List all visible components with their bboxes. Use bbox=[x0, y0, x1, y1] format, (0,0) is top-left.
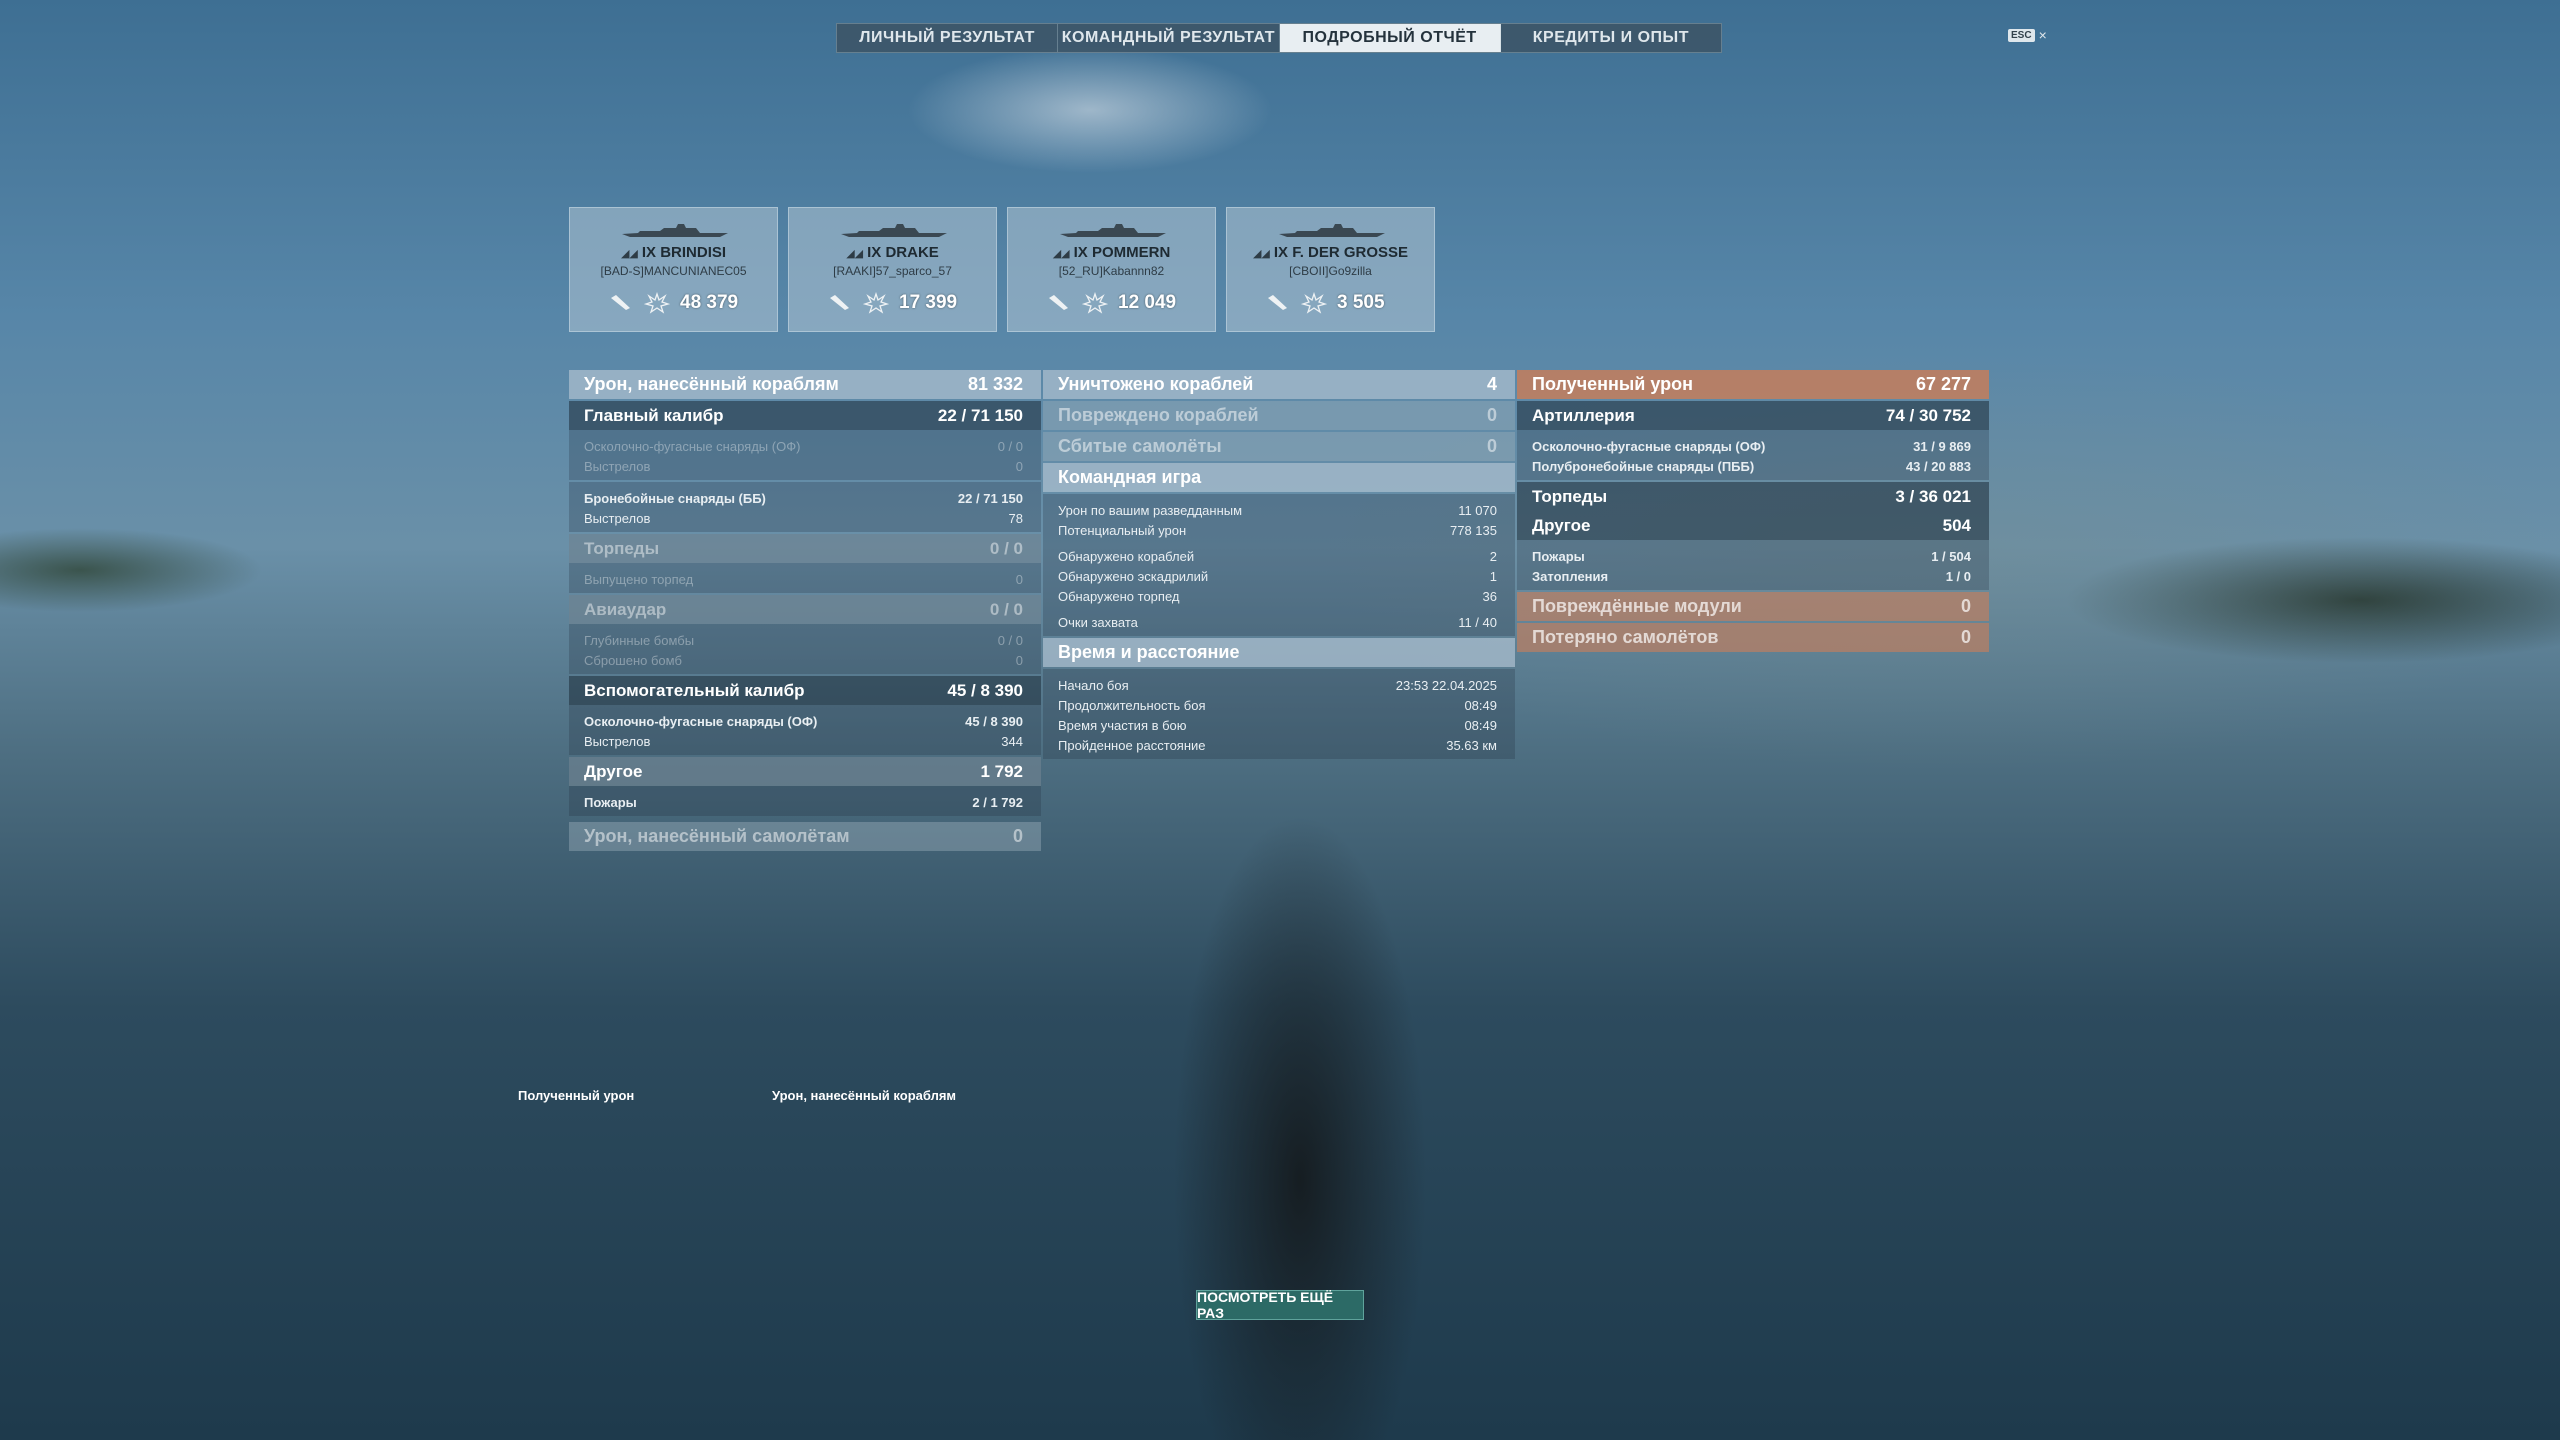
esc-key-badge: ESC bbox=[2008, 28, 2035, 42]
spotted-ships-row: Обнаружено кораблей 2 bbox=[1058, 548, 1497, 564]
main-battery-row: Главный калибр 22 / 71 150 bbox=[569, 401, 1041, 430]
damage-to-ships-header: Урон, нанесённый кораблям 81 332 bbox=[569, 370, 1041, 399]
chart-label-received: Полученный урон bbox=[518, 1088, 635, 1103]
player-name: [BAD-S]MANCUNIANEC05 bbox=[600, 264, 747, 278]
report-tabs: ЛИЧНЫЙ РЕЗУЛЬТАТ КОМАНДНЫЙ РЕЗУЛЬТАТ ПОД… bbox=[836, 23, 1722, 53]
ship-name: ◢◢ IX DRAKE bbox=[789, 244, 996, 261]
tab-detailed-report[interactable]: ПОДРОБНЫЙ ОТЧЁТ bbox=[1279, 24, 1501, 52]
he-shells-row: Осколочно-фугасные снаряды (ОФ) 0 / 0 bbox=[584, 438, 1023, 454]
ship-name: ◢◢ IX BRINDISI bbox=[570, 244, 777, 261]
torpedoes-row: Торпеды 0 / 0 bbox=[569, 534, 1041, 563]
damage-to-ship: 12 049 bbox=[1118, 292, 1177, 313]
ship-tier-name: IX F. DER GROSSE bbox=[1273, 244, 1409, 261]
he-shots-row: Выстрелов 0 bbox=[584, 458, 1023, 474]
tab-credits-xp[interactable]: КРЕДИТЫ И ОПЫТ bbox=[1501, 24, 1721, 52]
spotted-torpedoes-row: Обнаружено торпед 36 bbox=[1058, 588, 1497, 604]
depth-charges-row: Глубинные бомбы 0 / 0 bbox=[584, 632, 1023, 648]
torpedoes-launched-row: Выпущено торпед 0 bbox=[584, 571, 1023, 587]
shell-icon bbox=[1268, 295, 1287, 310]
ships-damaged-header: Повреждено кораблей 0 bbox=[1043, 401, 1515, 430]
ship-name: ◢◢ IX F. DER GROSSE bbox=[1227, 244, 1434, 261]
spotting-damage-row: Урон по вашим разведданным 11 070 bbox=[1058, 502, 1497, 518]
watch-again-button[interactable]: ПОСМОТРЕТЬ ЕЩЁ РАЗ bbox=[1196, 1289, 1364, 1321]
shell-icon bbox=[611, 295, 630, 310]
damage-to-ship: 3 505 bbox=[1337, 292, 1385, 313]
chart-label-dealt: Урон, нанесённый кораблям bbox=[772, 1088, 957, 1103]
secondary-shots-row: Выстрелов 344 bbox=[584, 733, 1023, 749]
damaged-modules-header: Повреждённые модули 0 bbox=[1517, 592, 1989, 621]
received-torpedoes-row: Торпеды 3 / 36 021 bbox=[1517, 482, 1989, 511]
other-damage-row: Другое 1 792 bbox=[569, 757, 1041, 786]
secondary-he-row: Осколочно-фугасные снаряды (ОФ) 45 / 8 39… bbox=[584, 713, 1023, 729]
destroyed-ships-cards: ◢◢ IX BRINDISI [BAD-S]MANCUNIANEC05 48 37… bbox=[569, 207, 1435, 332]
ship-name: ◢◢ IX POMMERN bbox=[1008, 244, 1215, 261]
ship-silhouette-icon bbox=[841, 224, 947, 237]
close-icon[interactable]: × bbox=[2039, 27, 2047, 43]
damage-dealt-panel: Урон, нанесённый кораблям 81 332 Главный … bbox=[569, 370, 1041, 853]
explosion-icon bbox=[1082, 292, 1108, 314]
tab-personal-result[interactable]: ЛИЧНЫЙ РЕЗУЛЬТАТ bbox=[837, 24, 1059, 52]
artillery-row: Артиллерия 74 / 30 752 bbox=[1517, 401, 1989, 430]
ship-tier-name: IX DRAKE bbox=[867, 244, 939, 261]
ship-card[interactable]: ◢◢ IX DRAKE [RAAKI]57_sparco_57 17 399 bbox=[788, 207, 997, 332]
damage-to-ship: 48 379 bbox=[680, 292, 739, 313]
potential-damage-row: Потенциальный урон 778 135 bbox=[1058, 522, 1497, 538]
received-other-row: Другое 504 bbox=[1517, 511, 1989, 540]
explosion-icon bbox=[644, 292, 670, 314]
spotted-squadrons-row: Обнаружено эскадрилий 1 bbox=[1058, 568, 1497, 584]
ap-shells-row: Бронебойные снаряды (ББ) 22 / 71 150 bbox=[584, 490, 1023, 506]
close-button[interactable]: ESC × bbox=[2008, 27, 2047, 43]
participation-time-row: Время участия в бою 08:49 bbox=[1058, 717, 1497, 733]
damage-received-header: Полученный урон 67 277 bbox=[1517, 370, 1989, 399]
damage-received-panel: Полученный урон 67 277 Артиллерия 74 / 30 … bbox=[1517, 370, 1989, 654]
capture-points-row: Очки захвата 11 / 40 bbox=[1058, 614, 1497, 630]
ships-destroyed-header: Уничтожено кораблей 4 bbox=[1043, 370, 1515, 399]
fires-row: Пожары 2 / 1 792 bbox=[584, 794, 1023, 810]
damage-to-planes-header: Урон, нанесённый самолётам 0 bbox=[569, 822, 1041, 851]
shell-icon bbox=[830, 295, 849, 310]
battle-stats-panel: Уничтожено кораблей 4 Повреждено кораблей… bbox=[1043, 370, 1515, 761]
team-play-header: Командная игра bbox=[1043, 463, 1515, 492]
ship-silhouette-icon bbox=[1279, 224, 1385, 237]
tab-team-result[interactable]: КОМАНДНЫЙ РЕЗУЛЬТАТ bbox=[1058, 24, 1280, 52]
ship-card[interactable]: ◢◢ IX F. DER GROSSE [CBOII]Go9zilla 3 505 bbox=[1226, 207, 1435, 332]
destroyed-marker-icon: ◢◢ bbox=[1052, 248, 1070, 260]
explosion-icon bbox=[1301, 292, 1327, 314]
secondary-battery-row: Вспомогательный калибр 45 / 8 390 bbox=[569, 676, 1041, 705]
planes-lost-header: Потеряно самолётов 0 bbox=[1517, 623, 1989, 652]
time-distance-header: Время и расстояние bbox=[1043, 638, 1515, 667]
destroyed-marker-icon: ◢◢ bbox=[1252, 248, 1270, 260]
battle-duration-row: Продолжительность боя 08:49 bbox=[1058, 697, 1497, 713]
bombs-dropped-row: Сброшено бомб 0 bbox=[584, 652, 1023, 668]
received-he-row: Осколочно-фугасные снаряды (ОФ) 31 / 9 86… bbox=[1532, 438, 1971, 454]
ap-shots-row: Выстрелов 78 bbox=[584, 510, 1023, 526]
airstrike-row: Авиаудар 0 / 0 bbox=[569, 595, 1041, 624]
player-name: [CBOII]Go9zilla bbox=[1289, 264, 1372, 278]
received-sap-row: Полубронебойные снаряды (ПББ) 43 / 20 883 bbox=[1532, 458, 1971, 474]
ship-tier-name: IX POMMERN bbox=[1073, 244, 1171, 261]
battle-start-row: Начало боя 23:53 22.04.2025 bbox=[1058, 677, 1497, 693]
distance-row: Пройденное расстояние 35.63 км bbox=[1058, 737, 1497, 753]
destroyed-marker-icon: ◢◢ bbox=[846, 248, 864, 260]
received-floods-row: Затопления 1 / 0 bbox=[1532, 568, 1971, 584]
ship-silhouette-icon bbox=[622, 224, 728, 237]
ship-card[interactable]: ◢◢ IX POMMERN [52_RU]Kabannn82 12 049 bbox=[1007, 207, 1216, 332]
ship-card[interactable]: ◢◢ IX BRINDISI [BAD-S]MANCUNIANEC05 48 37… bbox=[569, 207, 778, 332]
destroyed-marker-icon: ◢◢ bbox=[620, 248, 638, 260]
player-name: [RAAKI]57_sparco_57 bbox=[833, 264, 952, 278]
player-name: [52_RU]Kabannn82 bbox=[1058, 264, 1165, 278]
shell-icon bbox=[1049, 295, 1068, 310]
ship-tier-name: IX BRINDISI bbox=[641, 244, 727, 261]
ship-silhouette-icon bbox=[1060, 224, 1166, 237]
received-fires-row: Пожары 1 / 504 bbox=[1532, 548, 1971, 564]
damage-to-ship: 17 399 bbox=[899, 292, 958, 313]
planes-shot-down-header: Сбитые самолёты 0 bbox=[1043, 432, 1515, 461]
explosion-icon bbox=[863, 292, 889, 314]
